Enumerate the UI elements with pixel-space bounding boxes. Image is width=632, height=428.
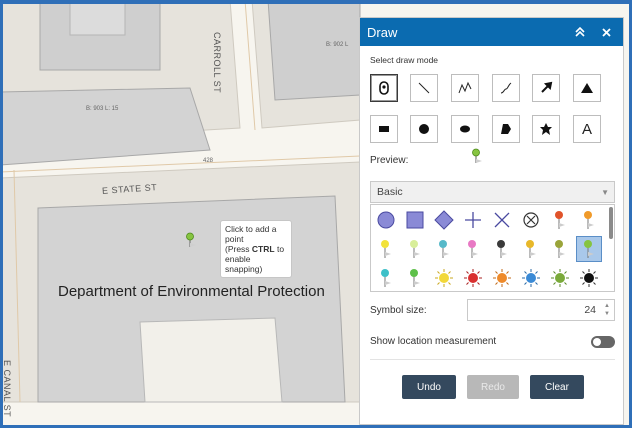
location-measurement-label: Show location measurement bbox=[370, 336, 497, 347]
street-label-canal: E CANAL ST bbox=[2, 360, 12, 418]
map-building bbox=[0, 87, 211, 166]
symbol-diamond[interactable] bbox=[431, 207, 457, 233]
street-label-carroll: CARROLL ST bbox=[212, 32, 222, 94]
tool-line[interactable] bbox=[410, 74, 438, 102]
symbol-size-input[interactable]: 24 ▲ ▼ bbox=[467, 299, 615, 321]
panel-title: Draw bbox=[367, 24, 398, 40]
draw-panel-header: Draw bbox=[360, 18, 623, 46]
polyline-icon bbox=[458, 81, 472, 94]
tool-polygon[interactable] bbox=[492, 115, 520, 143]
symbol-circle-x[interactable] bbox=[518, 207, 544, 233]
tooltip-line: Click to add a point bbox=[225, 224, 277, 244]
symbol-pin-yellow[interactable] bbox=[373, 236, 399, 262]
panel-divider bbox=[370, 359, 615, 360]
toggle-knob bbox=[593, 338, 601, 346]
close-icon[interactable] bbox=[597, 25, 615, 40]
ellipse-icon bbox=[460, 125, 470, 133]
tool-freehand-polygon[interactable] bbox=[532, 115, 560, 143]
preview-label: Preview: bbox=[370, 155, 409, 166]
symbol-pin-orange[interactable] bbox=[576, 207, 602, 233]
chevron-down-icon: ▼ bbox=[601, 188, 609, 197]
tooltip-key: CTRL bbox=[251, 244, 275, 254]
symbol-pin-green[interactable] bbox=[402, 265, 428, 291]
map-address-label: 428 bbox=[203, 158, 214, 164]
symbol-sun-black[interactable] bbox=[576, 265, 602, 291]
tool-polyline[interactable] bbox=[451, 74, 479, 102]
symbol-pin-teal[interactable] bbox=[431, 236, 457, 262]
preview-pin-icon bbox=[472, 148, 482, 163]
circle-icon bbox=[419, 124, 429, 134]
symbol-pin-red[interactable] bbox=[547, 207, 573, 233]
triangle-icon bbox=[581, 83, 593, 93]
clear-button[interactable]: Clear bbox=[530, 375, 584, 399]
point-pin-icon bbox=[379, 81, 389, 95]
symbol-pin-cyan[interactable] bbox=[373, 265, 399, 291]
symbol-sun-green[interactable] bbox=[547, 265, 573, 291]
symbol-sun-yellow[interactable] bbox=[431, 265, 457, 291]
tooltip-prefix: (Press bbox=[225, 244, 252, 254]
symbol-x[interactable] bbox=[489, 207, 515, 233]
placed-point-pin-icon[interactable] bbox=[185, 232, 197, 248]
symbol-set-select[interactable]: Basic ▼ bbox=[370, 181, 615, 203]
undo-button[interactable]: Undo bbox=[402, 375, 456, 399]
symbol-pin-olive[interactable] bbox=[547, 236, 573, 262]
symbol-pin-dark[interactable] bbox=[489, 236, 515, 262]
draw-tooltip: Click to add a point (Press CTRL to enab… bbox=[220, 220, 292, 278]
symbol-pin-gold[interactable] bbox=[518, 236, 544, 262]
freehand-polygon-icon bbox=[540, 123, 552, 135]
map-parcel-label: B: 903 L: 15 bbox=[86, 106, 119, 112]
map-building bbox=[69, 0, 126, 36]
polygon-icon bbox=[501, 124, 511, 134]
tool-circle[interactable] bbox=[410, 115, 438, 143]
tool-rectangle[interactable] bbox=[370, 115, 398, 143]
freehand-line-icon bbox=[500, 82, 512, 94]
line-icon bbox=[418, 82, 430, 94]
tool-arrow[interactable] bbox=[532, 74, 560, 102]
symbol-pin-lime[interactable] bbox=[402, 236, 428, 262]
tool-freehand-polyline[interactable] bbox=[492, 74, 520, 102]
symbol-sun-blue[interactable] bbox=[518, 265, 544, 291]
symbol-sun-orange[interactable] bbox=[489, 265, 515, 291]
symbol-set-value: Basic bbox=[377, 186, 403, 198]
symbol-size-value: 24 bbox=[584, 304, 596, 316]
tool-triangle[interactable] bbox=[573, 74, 601, 102]
double-chevron-up-icon[interactable] bbox=[571, 25, 589, 40]
building-label: Department of Environmental Protection bbox=[58, 283, 325, 300]
symbol-pin-green-selected[interactable] bbox=[576, 236, 602, 262]
select-draw-mode-label: Select draw mode bbox=[370, 55, 439, 65]
symbol-sun-red[interactable] bbox=[460, 265, 486, 291]
symbol-size-spinner[interactable]: ▲ ▼ bbox=[602, 302, 612, 318]
rectangle-icon bbox=[379, 126, 389, 132]
symbol-cross[interactable] bbox=[460, 207, 486, 233]
symbol-gallery bbox=[370, 204, 615, 292]
map-courtyard bbox=[139, 317, 283, 403]
map-parcel-label: B: 902 L bbox=[326, 42, 349, 48]
location-measurement-toggle[interactable] bbox=[591, 336, 615, 348]
draw-panel: Draw Select draw mode A Preview: Basic ▼… bbox=[359, 17, 624, 425]
symbol-pin-pink[interactable] bbox=[460, 236, 486, 262]
symbol-gallery-scrollbar[interactable] bbox=[609, 207, 613, 239]
tool-text[interactable]: A bbox=[573, 115, 601, 143]
tool-point[interactable] bbox=[370, 74, 398, 102]
tool-ellipse[interactable] bbox=[451, 115, 479, 143]
symbol-square[interactable] bbox=[402, 207, 428, 233]
text-icon: A bbox=[581, 120, 592, 138]
arrow-icon bbox=[541, 81, 553, 93]
redo-button[interactable]: Redo bbox=[467, 375, 519, 399]
symbol-size-label: Symbol size: bbox=[370, 305, 427, 316]
map-building bbox=[267, 0, 361, 101]
symbol-circle[interactable] bbox=[373, 207, 399, 233]
